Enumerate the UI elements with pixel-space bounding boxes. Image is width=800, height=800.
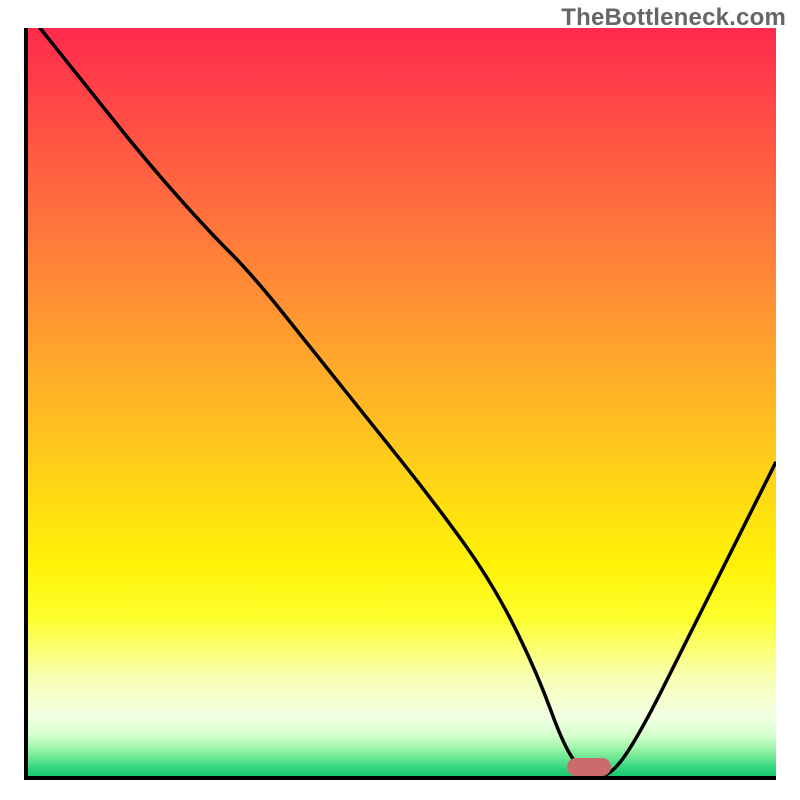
curve-svg — [28, 28, 776, 776]
optimum-marker — [567, 758, 612, 776]
plot-area — [24, 28, 776, 780]
bottleneck-curve — [28, 28, 776, 776]
chart-container: TheBottleneck.com — [0, 0, 800, 800]
